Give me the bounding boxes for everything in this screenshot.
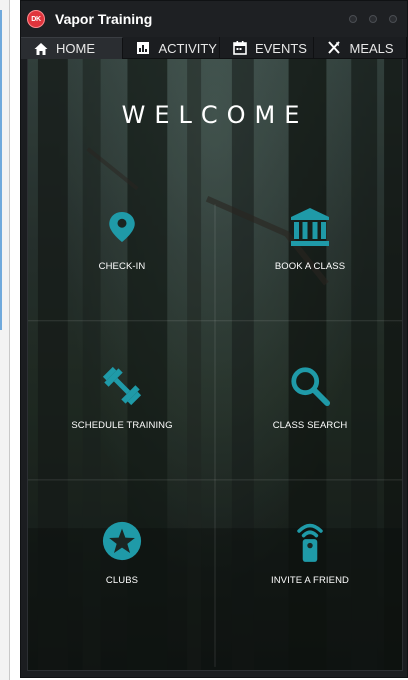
tab-activity-label: ACTIVITY <box>158 40 217 56</box>
home-panel: WELCOME CHECK-IN BOOK A CLASS SCHEDULE T… <box>27 59 403 671</box>
invite-a-friend-tile[interactable]: INVITE A FRIEND <box>216 519 402 669</box>
clubs-tile[interactable]: CLUBS <box>28 519 216 669</box>
check-in-label: CHECK-IN <box>98 261 146 272</box>
book-a-class-label: BOOK A CLASS <box>274 261 346 272</box>
background-window-edge <box>0 0 10 680</box>
tab-activity[interactable]: ACTIVITY <box>123 37 220 59</box>
close-button[interactable] <box>389 15 397 23</box>
tab-meals[interactable]: MEALS <box>314 37 407 59</box>
app-window: DK Vapor Training HOME ACTIVITY EVENTS M… <box>20 0 408 678</box>
background-window-accent <box>0 10 3 330</box>
tab-meals-label: MEALS <box>349 40 394 56</box>
tab-bar: HOME ACTIVITY EVENTS MEALS <box>21 37 407 59</box>
institution-icon <box>288 205 332 249</box>
window-controls <box>349 15 397 23</box>
app-title: Vapor Training <box>55 11 153 27</box>
app-logo: DK <box>27 10 45 28</box>
minimize-button[interactable] <box>349 15 357 23</box>
star-icon <box>100 519 144 563</box>
remote-signal-icon <box>288 519 332 563</box>
tab-events-label: EVENTS <box>254 40 307 56</box>
home-icon <box>33 41 49 57</box>
schedule-training-label: SCHEDULE TRAINING <box>71 420 173 431</box>
check-in-tile[interactable]: CHECK-IN <box>28 205 216 355</box>
book-a-class-tile[interactable]: BOOK A CLASS <box>216 205 402 355</box>
class-search-tile[interactable]: CLASS SEARCH <box>216 364 402 514</box>
tab-home[interactable]: HOME <box>21 37 124 59</box>
welcome-heading: WELCOME <box>121 101 309 129</box>
maximize-button[interactable] <box>369 15 377 23</box>
utensils-icon <box>326 40 342 56</box>
title-bar[interactable]: DK Vapor Training <box>21 1 407 37</box>
schedule-training-tile[interactable]: SCHEDULE TRAINING <box>28 364 216 514</box>
tab-home-label: HOME <box>56 41 95 56</box>
search-icon <box>288 364 332 408</box>
class-search-label: CLASS SEARCH <box>272 420 348 431</box>
chart-icon <box>135 40 151 56</box>
clubs-label: CLUBS <box>105 575 139 586</box>
calendar-icon <box>232 40 248 56</box>
map-pin-icon <box>100 205 144 249</box>
tab-events[interactable]: EVENTS <box>220 37 315 59</box>
invite-a-friend-label: INVITE A FRIEND <box>270 575 350 586</box>
dumbbell-icon <box>100 364 144 408</box>
